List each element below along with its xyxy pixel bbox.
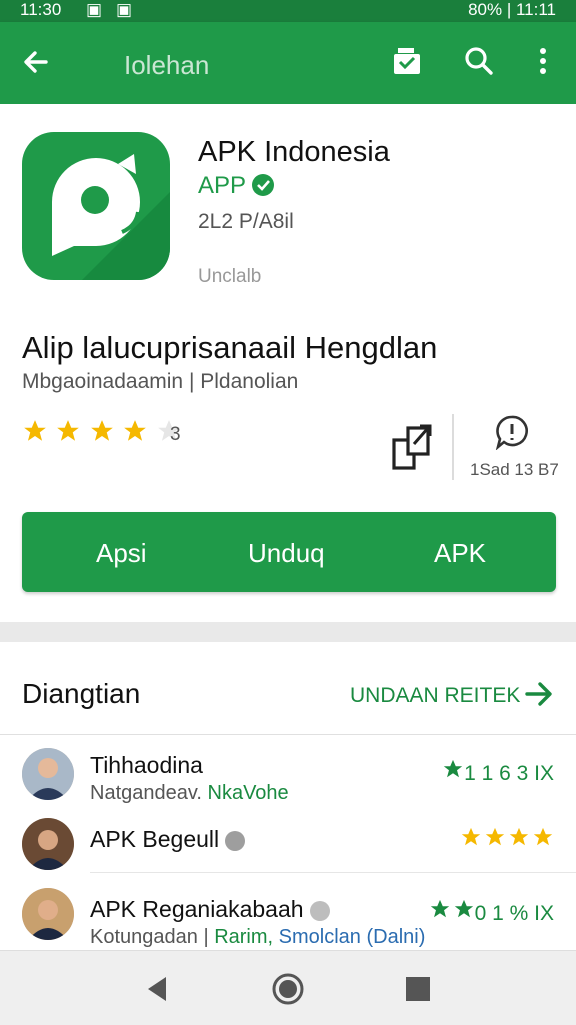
star-icon <box>454 899 473 918</box>
avatar[interactable] <box>22 748 74 800</box>
list-item-rating: 0 1 % IX <box>427 898 554 926</box>
avatar[interactable] <box>22 818 74 870</box>
download-button[interactable]: Unduq <box>248 538 325 569</box>
install-button-bar[interactable]: Apsi Unduq APK <box>22 512 556 592</box>
status-bar: 11:30 ▣▣ 80% | 11:11 <box>0 0 576 22</box>
star-icon <box>443 759 463 778</box>
divider <box>452 414 454 480</box>
section-title: Diangtian <box>22 678 141 709</box>
app-name: APK Indonesia <box>198 136 390 168</box>
comment-icon[interactable] <box>494 414 530 450</box>
more-options-icon[interactable] <box>526 44 560 78</box>
share-icon[interactable] <box>390 420 436 472</box>
verified-icon <box>309 900 330 921</box>
section-gap <box>0 622 576 642</box>
list-item-rating <box>458 826 554 854</box>
list-item-title[interactable]: Tihhaodina <box>90 752 203 779</box>
section-more-link[interactable]: UNDAAN REITEK <box>350 684 520 708</box>
nav-back-icon[interactable] <box>140 971 176 1007</box>
app-category-tag[interactable]: APP <box>198 172 246 200</box>
app-bar: Iolehan <box>0 22 576 104</box>
status-right: 80% | 11:11 <box>468 0 556 19</box>
star-icon <box>533 827 553 846</box>
star-icon <box>485 827 505 846</box>
app-subline: Mbgaoinadaamin | Pldanolian <box>22 370 299 393</box>
system-nav-bar <box>0 950 576 1025</box>
verified-check-icon <box>252 174 274 196</box>
avatar[interactable] <box>22 888 74 940</box>
status-time: 11:30 <box>20 0 62 19</box>
nav-home-icon[interactable] <box>270 971 306 1007</box>
app-status: Unclalb <box>198 266 262 287</box>
notification-icons: ▣▣ <box>86 0 147 19</box>
badge-icon <box>225 830 246 851</box>
divider <box>90 872 576 873</box>
star-icon <box>57 420 80 441</box>
app-logo-icon <box>22 132 170 280</box>
list-item-sub: Natgandeav. NkaVohe <box>90 782 289 804</box>
star-icon <box>124 420 147 441</box>
app-size: 2L2 P/A8il <box>198 210 294 233</box>
rating-stars <box>22 418 185 448</box>
star-icon <box>24 420 46 441</box>
app-headline: Alip lalucuprisanaail Hengdlan <box>22 330 438 365</box>
divider <box>0 734 576 735</box>
list-item-title[interactable]: APK Begeull <box>90 826 246 853</box>
star-icon <box>91 420 113 441</box>
apsi-button[interactable]: Apsi <box>96 538 147 569</box>
list-item-title[interactable]: APK Reganiakabaah <box>90 896 330 923</box>
list-item-sub: Kotungadan | Rarim, Smolclan (Dalni) <box>90 926 426 948</box>
download-folder-icon[interactable] <box>390 44 424 78</box>
star-icon <box>509 827 529 846</box>
app-bar-title: Iolehan <box>124 50 210 80</box>
list-item-rating: 1 1 6 3 IX <box>440 758 554 786</box>
star-icon <box>461 827 481 846</box>
apk-button[interactable]: APK <box>434 538 486 569</box>
nav-recents-icon[interactable] <box>400 971 436 1007</box>
arrow-right-icon[interactable] <box>524 680 554 708</box>
star-icon <box>430 899 449 918</box>
back-arrow-icon[interactable] <box>20 46 52 78</box>
rating-count: 3 <box>170 424 181 445</box>
search-icon[interactable] <box>462 44 496 78</box>
comment-date: 1Sad 13 B7 <box>470 460 559 479</box>
